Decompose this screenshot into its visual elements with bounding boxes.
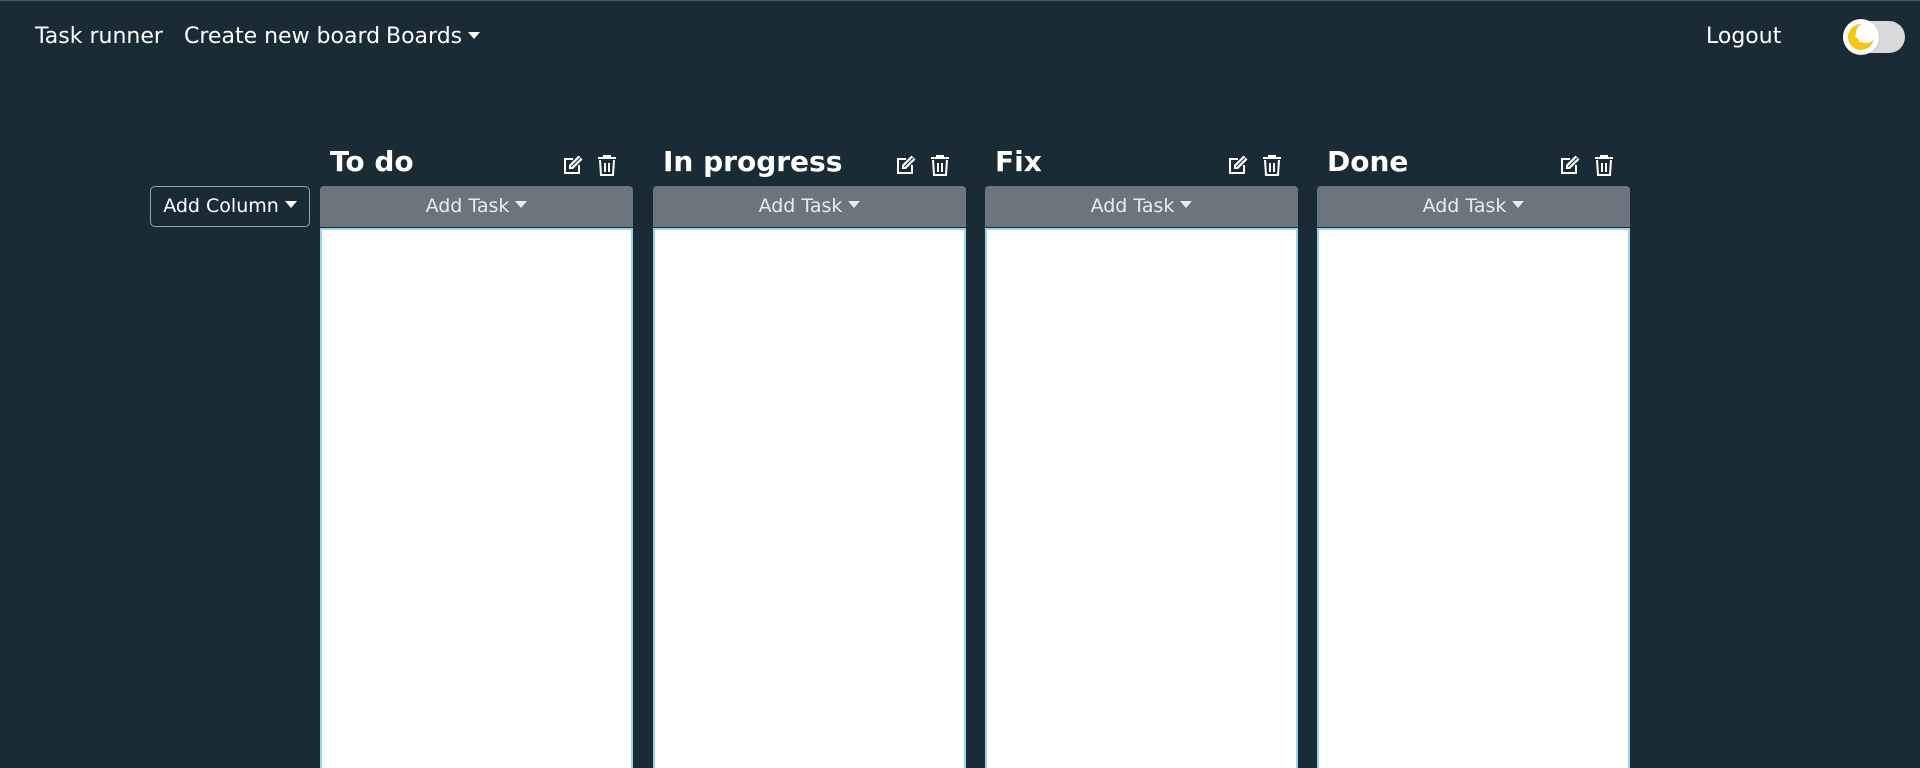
add-task-button[interactable]: Add Task [320,186,633,227]
trash-icon[interactable] [595,152,619,178]
chevron-down-icon [1512,201,1525,208]
navbar: Task runner Create new board Boards Logo… [0,1,1920,73]
column-title: To do [330,145,414,178]
chevron-down-icon [515,201,528,208]
trash-icon[interactable] [1592,152,1616,178]
column-actions [1558,152,1616,178]
edit-icon[interactable] [1558,152,1582,178]
task-list[interactable] [985,228,1298,768]
add-task-label: Add Task [1422,195,1507,217]
create-new-board-link[interactable]: Create new board [184,23,380,51]
add-task-label: Add Task [758,195,843,217]
boards-label: Boards [386,24,463,49]
trash-icon[interactable] [928,152,952,178]
task-list[interactable] [320,228,633,768]
add-column-label: Add Column [163,195,279,217]
add-column-button[interactable]: Add Column [150,186,310,227]
board-column-fix: Fix Add Task [985,140,1298,768]
toggle-knob [1843,19,1879,55]
column-title: Fix [995,145,1042,178]
moon-icon [1848,23,1876,50]
brand-link[interactable]: Task runner [35,23,163,51]
chevron-down-icon [468,31,481,39]
chevron-down-icon [848,201,861,208]
logout-link[interactable]: Logout [1706,23,1781,51]
add-task-label: Add Task [1090,195,1175,217]
task-list[interactable] [1317,228,1630,768]
add-task-button[interactable]: Add Task [653,186,966,227]
column-actions [1226,152,1284,178]
add-task-label: Add Task [425,195,510,217]
theme-toggle[interactable] [1843,19,1905,55]
task-list[interactable] [653,228,966,768]
column-title: In progress [663,145,843,178]
chevron-down-icon [1180,201,1193,208]
chevron-down-icon [284,201,297,208]
edit-icon[interactable] [1226,152,1250,178]
boards-dropdown[interactable]: Boards [386,23,481,51]
add-task-button[interactable]: Add Task [1317,186,1630,227]
column-actions [561,152,619,178]
add-task-button[interactable]: Add Task [985,186,1298,227]
board-column-in-progress: In progress Add Task [653,140,966,768]
board-column-todo: To do Add Task [320,140,633,768]
board-column-done: Done Add Task [1317,140,1630,768]
edit-icon[interactable] [894,152,918,178]
trash-icon[interactable] [1260,152,1284,178]
edit-icon[interactable] [561,152,585,178]
column-title: Done [1327,145,1409,178]
column-actions [894,152,952,178]
